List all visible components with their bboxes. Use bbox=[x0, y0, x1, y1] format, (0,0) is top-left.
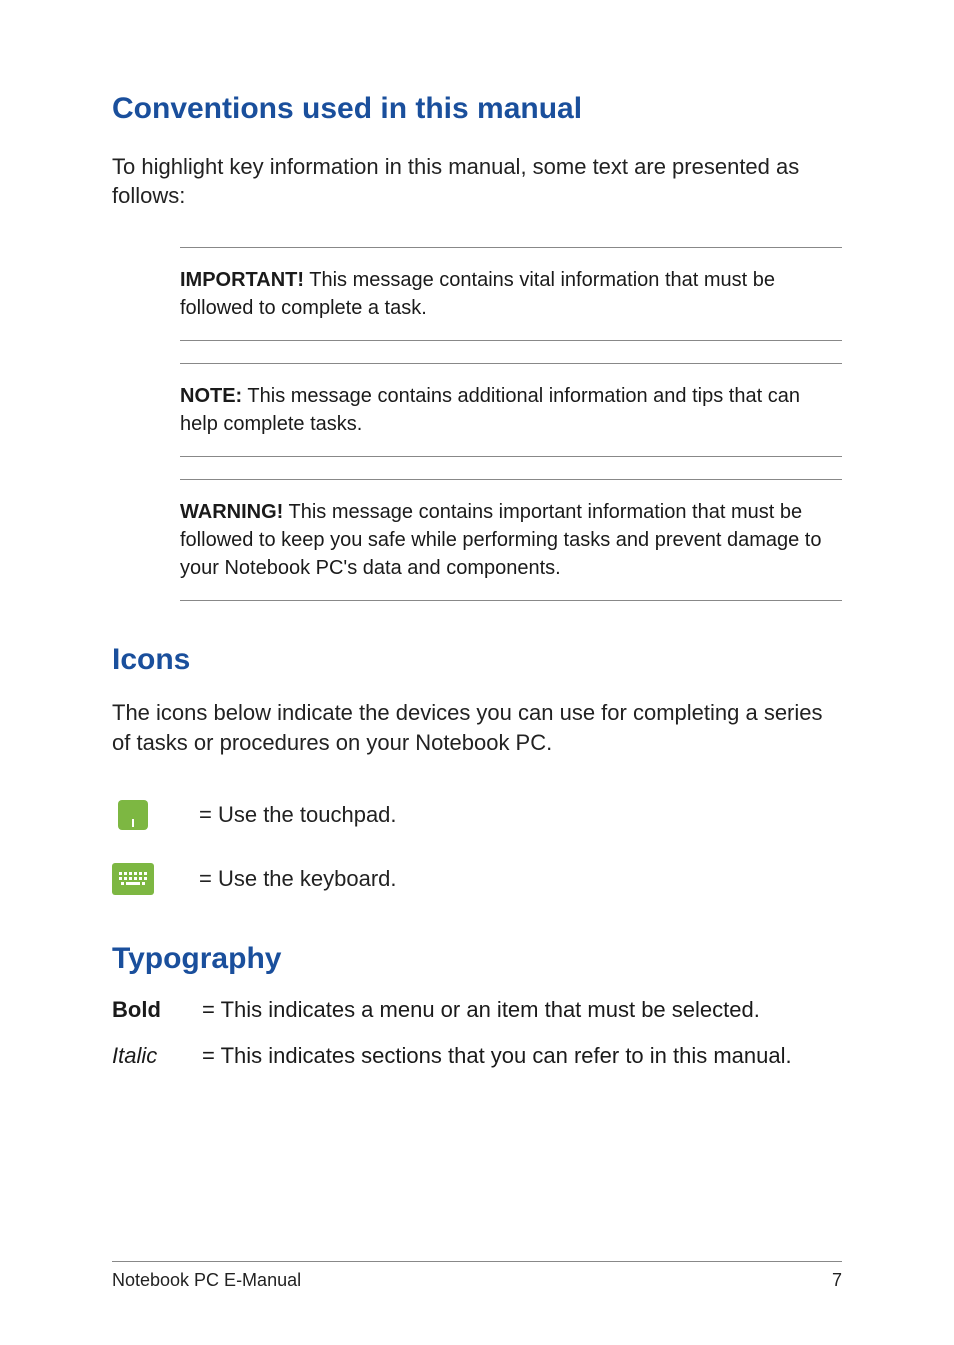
touchpad-icon bbox=[112, 794, 154, 836]
warning-label: WARNING! bbox=[180, 501, 283, 523]
heading-icons: Icons bbox=[112, 641, 842, 679]
typo-label-italic: Italic bbox=[112, 1043, 202, 1069]
touchpad-text: = Use the touchpad. bbox=[199, 802, 397, 828]
callouts-group: IMPORTANT! This message contains vital i… bbox=[180, 247, 842, 601]
note-label: NOTE: bbox=[180, 385, 242, 407]
icons-intro: The icons below indicate the devices you… bbox=[112, 698, 842, 757]
typo-row-bold: Bold = This indicates a menu or an item … bbox=[112, 997, 842, 1023]
note-text: This message contains additional informa… bbox=[180, 385, 800, 435]
heading-typography: Typography bbox=[112, 940, 842, 978]
intro-text: To highlight key information in this man… bbox=[112, 152, 842, 211]
typo-desc-bold: = This indicates a menu or an item that … bbox=[202, 997, 842, 1023]
keyboard-icon bbox=[112, 858, 154, 900]
heading-conventions: Conventions used in this manual bbox=[112, 90, 842, 128]
keyboard-text: = Use the keyboard. bbox=[199, 866, 397, 892]
typo-label-bold: Bold bbox=[112, 997, 202, 1023]
typo-desc-italic: = This indicates sections that you can r… bbox=[202, 1043, 842, 1069]
page-footer: Notebook PC E-Manual 7 bbox=[112, 1261, 842, 1291]
typo-row-italic: Italic = This indicates sections that yo… bbox=[112, 1043, 842, 1069]
icon-row-keyboard: = Use the keyboard. bbox=[112, 858, 842, 900]
icons-list: = Use the touchpad. = Use the keyboard. bbox=[112, 794, 842, 900]
callout-note: NOTE: This message contains additional i… bbox=[180, 363, 842, 457]
callout-important: IMPORTANT! This message contains vital i… bbox=[180, 247, 842, 341]
icon-row-touchpad: = Use the touchpad. bbox=[112, 794, 842, 836]
footer-page-number: 7 bbox=[832, 1270, 842, 1291]
important-label: IMPORTANT! bbox=[180, 269, 304, 291]
footer-title: Notebook PC E-Manual bbox=[112, 1270, 301, 1291]
typography-table: Bold = This indicates a menu or an item … bbox=[112, 997, 842, 1069]
callout-warning: WARNING! This message contains important… bbox=[180, 479, 842, 601]
